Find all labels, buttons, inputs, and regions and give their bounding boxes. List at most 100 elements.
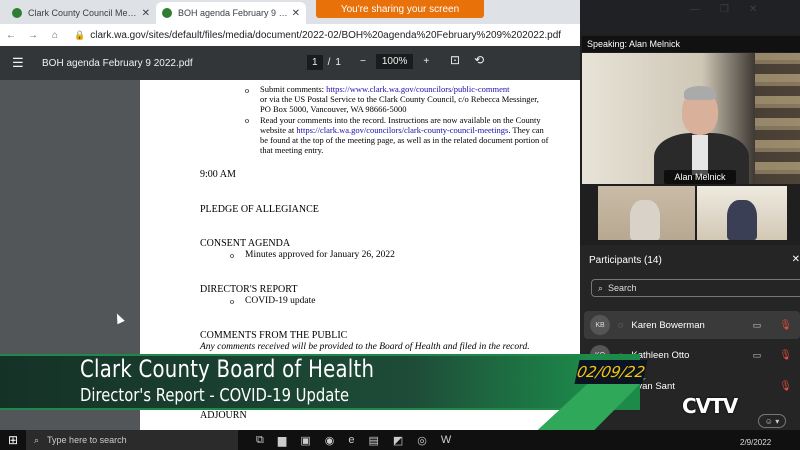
zoom-controls: − 100% + [360, 54, 429, 69]
close-icon[interactable]: ✕ [792, 254, 800, 265]
chrome-icon[interactable]: ◉ [325, 434, 335, 447]
bullet-text: or via the US Postal Service to the Clar… [260, 94, 539, 104]
zoom-out-icon[interactable]: − [360, 56, 366, 67]
consent-item: Minutes approved for January 26, 2022 [245, 250, 395, 260]
tab-council-meetings[interactable]: Clark County Council Meetings | C ✕ [6, 2, 156, 24]
participant-video-thumb[interactable] [598, 186, 695, 240]
back-arrow-icon[interactable]: ← [0, 30, 22, 41]
search-placeholder: Search [608, 283, 637, 293]
forward-arrow-icon[interactable]: → [22, 30, 44, 41]
meeting-time: 9:00 AM [200, 169, 236, 180]
pdf-title: BOH agenda February 9 2022.pdf [42, 57, 193, 69]
participant-figure [630, 200, 660, 240]
broadcast-title: Clark County Board of Health [80, 355, 375, 383]
bullet-text: . They can [508, 125, 544, 135]
bullet-marker: o [245, 116, 249, 125]
bookshelf-background [755, 53, 800, 184]
taskbar-search-placeholder: Type here to search [47, 435, 127, 445]
folder-icon[interactable]: ▤ [368, 434, 378, 447]
participant-figure [727, 200, 757, 240]
speaking-label: Speaking: Alan Melnick [582, 36, 800, 52]
participant-video-thumb[interactable] [697, 186, 787, 240]
tab-label: BOH agenda February 9 2022.pdf [178, 8, 288, 18]
consent-heading: CONSENT AGENDA [200, 238, 291, 249]
council-meetings-link[interactable]: https://clark.wa.gov/councilors/clark-co… [296, 125, 508, 135]
speaker-shirt [692, 135, 708, 175]
screen-sharing-banner: You're sharing your screen [316, 0, 484, 18]
comments-note: Any comments received will be provided t… [200, 342, 530, 352]
windows-taskbar: ⊞ ⌕ Type here to search ⧉ ▆ ▣ ◉ e ▤ ◩ ◎ … [0, 430, 800, 450]
minimize-icon[interactable]: — [690, 4, 700, 15]
page-total: 1 [335, 57, 341, 68]
taskbar-search-input[interactable]: ⌕ Type here to search [26, 430, 238, 450]
zoom-level[interactable]: 100% [375, 54, 414, 69]
edge-new-icon[interactable]: ◎ [417, 434, 427, 447]
fit-page-icon[interactable]: ⊡ [450, 53, 460, 67]
participant-row[interactable]: KB ◌ Karen Bowerman ▭ 🎙 [584, 311, 800, 339]
rotate-icon[interactable]: ⟲ [474, 53, 484, 67]
pdf-toolbar: ☰ BOH agenda February 9 2022.pdf 1 / 1 −… [0, 46, 580, 80]
page-separator: / [327, 57, 331, 68]
participant-name: Kathleen Otto [631, 349, 690, 361]
broadcast-date: 02/09/22 [574, 360, 648, 384]
task-view-icon[interactable]: ⧉ [256, 434, 264, 447]
file-explorer-icon[interactable]: ▆ [278, 434, 286, 447]
mic-muted-icon[interactable]: 🎙 [779, 350, 792, 361]
outlook-icon[interactable]: ◩ [393, 434, 403, 447]
speaker-hair [684, 86, 716, 100]
bullet-text: Read your comments into the record. Inst… [260, 115, 541, 125]
zoom-in-icon[interactable]: + [423, 56, 429, 67]
store-icon[interactable]: ▣ [300, 434, 310, 447]
address-bar: ← → ⌂ 🔒 clark.wa.gov/sites/default/files… [0, 24, 580, 46]
mic-muted-icon[interactable]: 🎙 [779, 381, 792, 392]
bullet-text: be found at the top of the meeting page,… [260, 135, 549, 145]
site-favicon-icon [12, 8, 22, 18]
bullet-text: Submit comments: [260, 84, 327, 94]
bullet-text: website at [260, 125, 297, 135]
director-item: COVID-19 update [245, 296, 316, 306]
page-indicator: 1 / 1 [307, 55, 341, 70]
mic-muted-icon[interactable]: 🎙 [779, 320, 792, 331]
screen: Clark County Council Meetings | C ✕ BOH … [0, 0, 800, 450]
bullet-text: PO Box 5000, Vancouver, WA 98666-5000 [260, 104, 407, 114]
reactions-icon[interactable]: ☺ ▾ [758, 414, 786, 428]
participant-search-input[interactable]: ⌕ Search [591, 279, 800, 297]
lock-icon: 🔒 [74, 29, 86, 40]
maximize-icon[interactable]: ❐ [720, 4, 729, 15]
pledge-heading: PLEDGE OF ALLEGIANCE [200, 204, 319, 215]
url-field[interactable]: clark.wa.gov/sites/default/files/media/d… [90, 30, 561, 41]
audio-indicator-icon: ◌ [618, 320, 624, 330]
site-favicon-icon [162, 8, 172, 18]
camera-icon[interactable]: ▭ [753, 350, 762, 361]
participant-name: Karen Bowerman [631, 319, 705, 331]
edge-icon[interactable]: e [348, 434, 354, 447]
agenda-bullet-read: Read your comments into the record. Inst… [260, 115, 580, 155]
broadcast-subtitle: Director's Report - COVID-19 Update [80, 385, 350, 406]
main-speaker-video [582, 53, 800, 184]
taskbar-date: 2/9/2022 [740, 438, 772, 447]
tab-boh-agenda[interactable]: BOH agenda February 9 2022.pdf ✕ [156, 2, 306, 24]
menu-icon[interactable]: ☰ [12, 55, 32, 71]
word-icon[interactable]: W [441, 434, 451, 447]
bullet-marker: o [245, 86, 249, 95]
close-window-icon[interactable]: ✕ [749, 4, 757, 15]
comments-heading: COMMENTS FROM THE PUBLIC [200, 330, 348, 341]
public-comment-link[interactable]: https://www.clark.wa.gov/councilors/publ… [326, 84, 509, 94]
tab-close-icon[interactable]: ✕ [292, 8, 300, 19]
page-number-input[interactable]: 1 [307, 55, 323, 70]
cvtv-logo: CVTV [682, 394, 738, 418]
tab-close-icon[interactable]: ✕ [142, 8, 150, 19]
bullet-marker: o [230, 251, 234, 260]
bullet-text: that meeting entry. [260, 145, 324, 155]
window-controls: — ❐ ✕ [690, 4, 757, 15]
speaker-name-tag: Alan Melnick [664, 170, 736, 184]
search-icon: ⌕ [34, 434, 40, 445]
agenda-bullet-submit: Submit comments: https://www.clark.wa.go… [260, 84, 580, 114]
taskbar-apps: ⧉ ▆ ▣ ◉ e ▤ ◩ ◎ W [256, 434, 451, 447]
adjourn-heading: ADJOURN [200, 410, 247, 421]
windows-start-icon[interactable]: ⊞ [0, 433, 26, 447]
camera-icon[interactable]: ▭ [753, 320, 762, 331]
pdf-tools: ⊡ ⟲ [450, 53, 484, 67]
tab-label: Clark County Council Meetings | C [28, 8, 138, 18]
home-icon[interactable]: ⌂ [44, 30, 66, 41]
